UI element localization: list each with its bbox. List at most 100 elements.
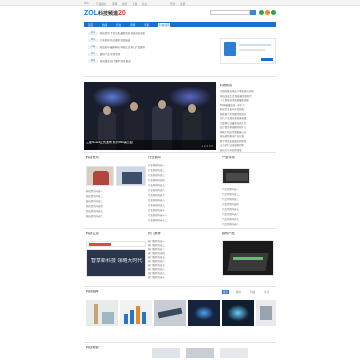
product-thumb[interactable] [222, 168, 250, 184]
list-item[interactable]: 产品评测内容六 [222, 213, 276, 216]
list-item[interactable]: 产品评测内容三 [222, 198, 276, 201]
news-thumb[interactable] [116, 166, 146, 186]
wechat-icon[interactable] [259, 10, 264, 15]
nav-item[interactable]: 手机 [144, 23, 149, 27]
nav-item[interactable]: 首页 [88, 23, 93, 27]
nav-item-active[interactable]: 科技频道 [158, 23, 171, 27]
list-item[interactable]: 行业新闻内容十一 [148, 214, 218, 217]
list-item[interactable]: 科技资讯内容四 [86, 205, 146, 208]
gallery-thumb[interactable] [154, 300, 186, 326]
list-item[interactable]: 产品评测内容七 [222, 218, 276, 221]
topbar-link[interactable]: 下载 [132, 2, 137, 6]
list-item[interactable]: 热门推荐内容一 [148, 240, 218, 243]
gallery-thumb[interactable] [86, 300, 118, 326]
list-item[interactable]: 行业新闻内容八 [148, 199, 218, 202]
list-item[interactable]: 行业新闻内容十 [148, 209, 218, 212]
list-item[interactable]: 产品评测内容八 [222, 223, 276, 226]
promo-banner[interactable]: 智享新科技 领略大时代 [86, 249, 146, 277]
top-bar: ZOL 产品报价 评测 资讯 下载 论坛 登录 注册 [0, 0, 360, 6]
list-item[interactable]: 产品评测内容五 [222, 208, 276, 211]
nav-item[interactable]: 行业 [116, 23, 121, 27]
list-item[interactable]: 热门推荐内容六 [148, 260, 218, 263]
search-button[interactable] [250, 10, 256, 15]
topbar-link[interactable]: 资讯 [122, 2, 127, 6]
list-item[interactable]: 数字经济发展迎来新阶段 [220, 140, 276, 143]
list-item[interactable]: 行业新闻内容三 [148, 174, 218, 177]
product-shape [226, 173, 248, 181]
list-item[interactable]: 行业新闻内容七 [148, 194, 218, 197]
list-item[interactable]: 热门推荐内容七 [148, 264, 218, 267]
list-item[interactable]: 行业新闻内容九 [148, 204, 218, 207]
side-ad[interactable] [220, 38, 276, 64]
list-item[interactable]: 行业新闻内容二 [148, 169, 218, 172]
list-item[interactable]: 行业新闻内容十二 [148, 219, 218, 222]
list-item[interactable]: 科技资讯内容三 [86, 200, 146, 203]
weibo-icon[interactable] [265, 10, 270, 15]
topbar-link[interactable]: 论坛 [142, 2, 147, 6]
list-item[interactable]: 热门推荐内容九 [148, 272, 218, 275]
product-led [233, 257, 263, 260]
ad-button[interactable] [261, 58, 273, 61]
topic-tag: 推荐 [88, 59, 98, 63]
gallery-thumb[interactable] [188, 300, 220, 326]
list-item[interactable]: 无人机行业发展新趋势 [220, 144, 276, 147]
nav-item[interactable]: 评测 [130, 23, 135, 27]
bottom-thumb[interactable] [152, 348, 180, 358]
bottom-thumb[interactable] [220, 348, 248, 358]
hero-pager[interactable]: 1 2 3 4 5 [201, 144, 213, 148]
list-item[interactable]: 科技改变生活 智能家居新时代 [220, 95, 276, 98]
list-item[interactable]: 热门推荐内容四 [148, 252, 218, 255]
gallery-thumb[interactable] [256, 300, 276, 326]
hero-caption[interactable]: 三星Note9正式发布 售价999美元起 [86, 141, 133, 144]
list-item[interactable]: 热门推荐内容二 [148, 244, 218, 247]
section-title: 科技资讯 [86, 156, 99, 159]
list-item[interactable]: 行业新闻内容五 [148, 184, 218, 187]
news-thumb[interactable] [86, 166, 114, 186]
nav-item[interactable]: 新闻 [102, 23, 107, 27]
list-item[interactable]: 云计算市场规模持续扩大 [220, 126, 276, 129]
bottom-thumb[interactable] [186, 348, 214, 358]
list-item[interactable]: 科技资讯内容五 [86, 210, 146, 213]
topic-text: 数码产品 评测 导购 [100, 52, 121, 56]
list-item[interactable]: 智能手机出货量数据公布 [220, 131, 276, 134]
topbar-link[interactable]: ZOL [84, 2, 89, 5]
gallery-tab[interactable]: 生活 [264, 290, 269, 294]
site-logo[interactable]: ZOL科技频道20 [84, 10, 126, 18]
list-item[interactable]: 行业新闻内容六 [148, 189, 218, 192]
list-item[interactable]: 科技创新推动产业升级 [220, 135, 276, 138]
login-link[interactable]: 登录 [170, 2, 175, 6]
gallery-tab[interactable]: 科技 [250, 290, 255, 294]
list-item[interactable]: 热门推荐内容十 [148, 276, 218, 279]
gallery-thumb[interactable] [120, 300, 152, 326]
list-item[interactable]: 热门推荐内容五 [148, 256, 218, 259]
topbar-link[interactable]: 产品报价 [96, 2, 106, 6]
register-link[interactable]: 注册 [180, 2, 185, 6]
list-item[interactable]: 科技企业发布年度财报 [220, 108, 276, 111]
gallery-tab[interactable]: 数码 [236, 290, 241, 294]
list-item[interactable]: 5G网络覆盖进一步扩大 [220, 104, 276, 107]
list-item[interactable]: 芯片产业迎来新发展机遇 [220, 117, 276, 120]
list-item[interactable]: 热门推荐内容八 [148, 268, 218, 271]
gallery-thumb[interactable] [222, 300, 254, 326]
list-item[interactable]: 产品评测内容四 [222, 203, 276, 206]
list-item[interactable]: 全国首家实体无人零售商店亮相 [220, 90, 276, 93]
product-image[interactable] [222, 240, 274, 276]
list-item[interactable]: 互联网行业最新动态汇总 [220, 122, 276, 125]
search-input[interactable] [210, 10, 250, 15]
row2-col2-list: 热门推荐内容一 热门推荐内容二 热门推荐内容三 热门推荐内容四 热门推荐内容五 热门推荐内… [148, 240, 218, 280]
app-icon[interactable] [271, 10, 276, 15]
gallery-tab[interactable]: 推荐 [222, 290, 230, 294]
mini-banner[interactable] [86, 241, 146, 247]
list-item[interactable]: 科技资讯内容二 [86, 195, 146, 198]
list-item[interactable]: 人工智能技术发展最新进展 [220, 99, 276, 102]
list-item[interactable]: 行业新闻内容一 [148, 164, 218, 167]
topbar-link[interactable]: 评测 [112, 2, 117, 6]
list-item[interactable]: 科技资讯内容一 [86, 190, 146, 193]
list-item[interactable]: 热门推荐内容三 [148, 248, 218, 251]
hero-slideshow[interactable]: 三星Note9正式发布 售价999美元起 1 2 3 4 5 [84, 82, 216, 150]
list-item[interactable]: 科技资讯内容六 [86, 215, 146, 218]
list-item[interactable]: 产品评测内容一 [222, 188, 276, 191]
list-item[interactable]: 产品评测内容二 [222, 193, 276, 196]
list-item[interactable]: 行业新闻内容四 [148, 179, 218, 182]
list-item[interactable]: 新能源汽车销量持续增长 [220, 113, 276, 116]
